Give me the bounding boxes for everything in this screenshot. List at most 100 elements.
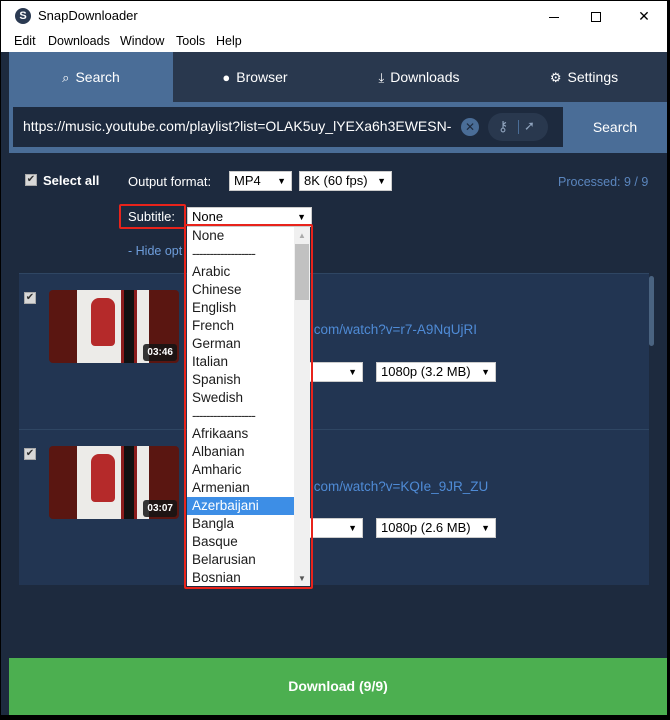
close-button[interactable]: ✕ bbox=[621, 1, 667, 31]
chevron-down-icon: ▼ bbox=[481, 523, 490, 533]
subtitle-select-value: None bbox=[192, 209, 224, 224]
chevron-down-icon: ▼ bbox=[348, 523, 357, 533]
url-input[interactable]: https://music.youtube.com/playlist?list=… bbox=[13, 107, 563, 147]
video-url[interactable]: be.com/watch?v=KQIe_9JR_ZU bbox=[295, 479, 488, 494]
tab-browser[interactable]: ● Browser bbox=[173, 52, 337, 102]
processed-count: Processed: 9 / 9 bbox=[558, 175, 649, 189]
dropdown-option[interactable]: Swedish bbox=[187, 389, 294, 407]
dropdown-option[interactable]: Bangla bbox=[187, 515, 294, 533]
chevron-down-icon: ▼ bbox=[377, 176, 386, 186]
search-row: https://music.youtube.com/playlist?list=… bbox=[9, 102, 667, 153]
divider bbox=[518, 120, 519, 134]
tab-search-label: Search bbox=[75, 69, 120, 85]
cursor-click-icon[interactable]: ➚ bbox=[524, 118, 535, 134]
video-url[interactable]: be.com/watch?v=r7-A9NqUjRI bbox=[295, 322, 477, 337]
close-icon: ✕ bbox=[464, 120, 476, 134]
minimize-icon bbox=[549, 16, 559, 18]
dropdown-option[interactable]: English bbox=[187, 299, 294, 317]
clear-url-button[interactable]: ✕ bbox=[461, 118, 479, 136]
main-tabs: ⌕ Search ● Browser ⤓ Downloads ⚙ Settings bbox=[9, 52, 667, 102]
app-logo-icon: S bbox=[15, 8, 31, 24]
subtitle-label: Subtitle: bbox=[128, 209, 175, 224]
title-bar: S SnapDownloader ✕ bbox=[1, 1, 667, 31]
dropdown-option[interactable]: Armenian bbox=[187, 479, 294, 497]
dropdown-option[interactable]: Bosnian bbox=[187, 569, 294, 586]
menu-edit[interactable]: Edit bbox=[14, 34, 36, 48]
close-icon: ✕ bbox=[638, 8, 650, 24]
maximize-icon bbox=[591, 12, 601, 23]
select-all-checkbox[interactable]: ✔ bbox=[25, 174, 37, 186]
dropdown-option[interactable]: None bbox=[187, 227, 294, 245]
item-checkbox[interactable]: ✔ bbox=[24, 448, 36, 460]
menu-tools[interactable]: Tools bbox=[176, 34, 205, 48]
item-quality-select[interactable]: 1080p (3.2 MB) ▼ bbox=[376, 362, 496, 382]
tab-settings-label: Settings bbox=[567, 69, 619, 85]
video-duration: 03:46 bbox=[143, 344, 177, 361]
minimize-button[interactable] bbox=[531, 1, 577, 31]
item-checkbox[interactable]: ✔ bbox=[24, 292, 36, 304]
dropdown-option[interactable]: Amharic bbox=[187, 461, 294, 479]
dropdown-option[interactable]: Albanian bbox=[187, 443, 294, 461]
thumbnail-figure bbox=[91, 298, 115, 346]
hide-options-link[interactable]: - Hide opt bbox=[128, 244, 182, 258]
video-thumbnail[interactable]: 03:46 bbox=[49, 290, 179, 363]
menu-bar: Edit Downloads Window Tools Help bbox=[1, 31, 667, 52]
thumbnail-band bbox=[121, 290, 137, 363]
dropdown-scrollbar[interactable]: ▲ ▼ bbox=[294, 227, 310, 586]
window-title: SnapDownloader bbox=[38, 8, 138, 23]
search-icon: ⌕ bbox=[62, 70, 70, 85]
dropdown-option[interactable]: Spanish bbox=[187, 371, 294, 389]
tab-downloads[interactable]: ⤓ Downloads bbox=[337, 52, 501, 102]
thumbnail-band bbox=[121, 446, 137, 519]
scroll-up-icon[interactable]: ▲ bbox=[298, 231, 306, 240]
url-input-value[interactable]: https://music.youtube.com/playlist?list=… bbox=[23, 118, 451, 134]
chevron-down-icon: ▼ bbox=[348, 367, 357, 377]
format-select-value: MP4 bbox=[234, 173, 261, 188]
dropdown-option[interactable]: Chinese bbox=[187, 281, 294, 299]
dropdown-option[interactable]: Afrikaans bbox=[187, 425, 294, 443]
menu-downloads[interactable]: Downloads bbox=[48, 34, 110, 48]
tab-settings[interactable]: ⚙ Settings bbox=[501, 52, 667, 102]
quality-select[interactable]: 8K (60 fps) ▼ bbox=[299, 171, 392, 191]
tab-search[interactable]: ⌕ Search bbox=[9, 52, 173, 102]
dropdown-option[interactable]: Italian bbox=[187, 353, 294, 371]
dropdown-separator: ------------------ bbox=[192, 246, 256, 261]
video-item: ✔ 03:46 be.com/watch?v=r7-A9NqUjRI ▼ 108… bbox=[19, 273, 649, 429]
gear-icon: ⚙ bbox=[549, 70, 562, 85]
dropdown-option[interactable]: German bbox=[187, 335, 294, 353]
dropdown-option[interactable]: French bbox=[187, 317, 294, 335]
key-icon[interactable]: ⚷ bbox=[498, 118, 508, 135]
dropdown-option[interactable]: Azerbaijani bbox=[187, 497, 294, 515]
select-all-label: Select all bbox=[43, 173, 100, 188]
scroll-down-icon[interactable]: ▼ bbox=[298, 574, 306, 583]
chevron-down-icon: ▼ bbox=[277, 176, 286, 186]
app-window: S SnapDownloader ✕ Edit Downloads Window… bbox=[0, 0, 668, 716]
search-button[interactable]: Search bbox=[565, 107, 665, 147]
video-thumbnail[interactable]: 03:07 bbox=[49, 446, 179, 519]
tab-browser-label: Browser bbox=[236, 69, 288, 85]
dropdown-option[interactable]: Basque bbox=[187, 533, 294, 551]
download-button[interactable]: Download (9/9) bbox=[9, 658, 667, 715]
list-scrollbar[interactable] bbox=[649, 276, 654, 346]
dropdown-option[interactable]: Arabic bbox=[187, 263, 294, 281]
subtitle-dropdown-list: None ------------------ Arabic Chinese Engli… bbox=[187, 227, 310, 586]
item-quality-value: 1080p (3.2 MB) bbox=[381, 364, 471, 379]
output-format-label: Output format: bbox=[128, 174, 212, 189]
chevron-down-icon: ▼ bbox=[481, 367, 490, 377]
video-list: ✔ 03:46 be.com/watch?v=r7-A9NqUjRI ▼ 108… bbox=[19, 273, 649, 591]
scrollbar-thumb[interactable] bbox=[295, 244, 309, 300]
dropdown-option[interactable]: Belarusian bbox=[187, 551, 294, 569]
download-icon: ⤓ bbox=[378, 70, 385, 85]
video-item: ✔ 03:07 be.com/watch?v=KQIe_9JR_ZU ▼ 108… bbox=[19, 429, 649, 585]
item-quality-value: 1080p (2.6 MB) bbox=[381, 520, 471, 535]
format-select[interactable]: MP4 ▼ bbox=[229, 171, 292, 191]
menu-window[interactable]: Window bbox=[120, 34, 164, 48]
item-quality-select[interactable]: 1080p (2.6 MB) ▼ bbox=[376, 518, 496, 538]
url-tools: ⚷ ➚ bbox=[488, 113, 548, 141]
maximize-button[interactable] bbox=[573, 1, 619, 31]
dropdown-separator: ------------------ bbox=[192, 408, 256, 423]
quality-select-value: 8K (60 fps) bbox=[304, 173, 368, 188]
video-duration: 03:07 bbox=[143, 500, 177, 517]
menu-help[interactable]: Help bbox=[216, 34, 242, 48]
tab-downloads-label: Downloads bbox=[390, 69, 460, 85]
